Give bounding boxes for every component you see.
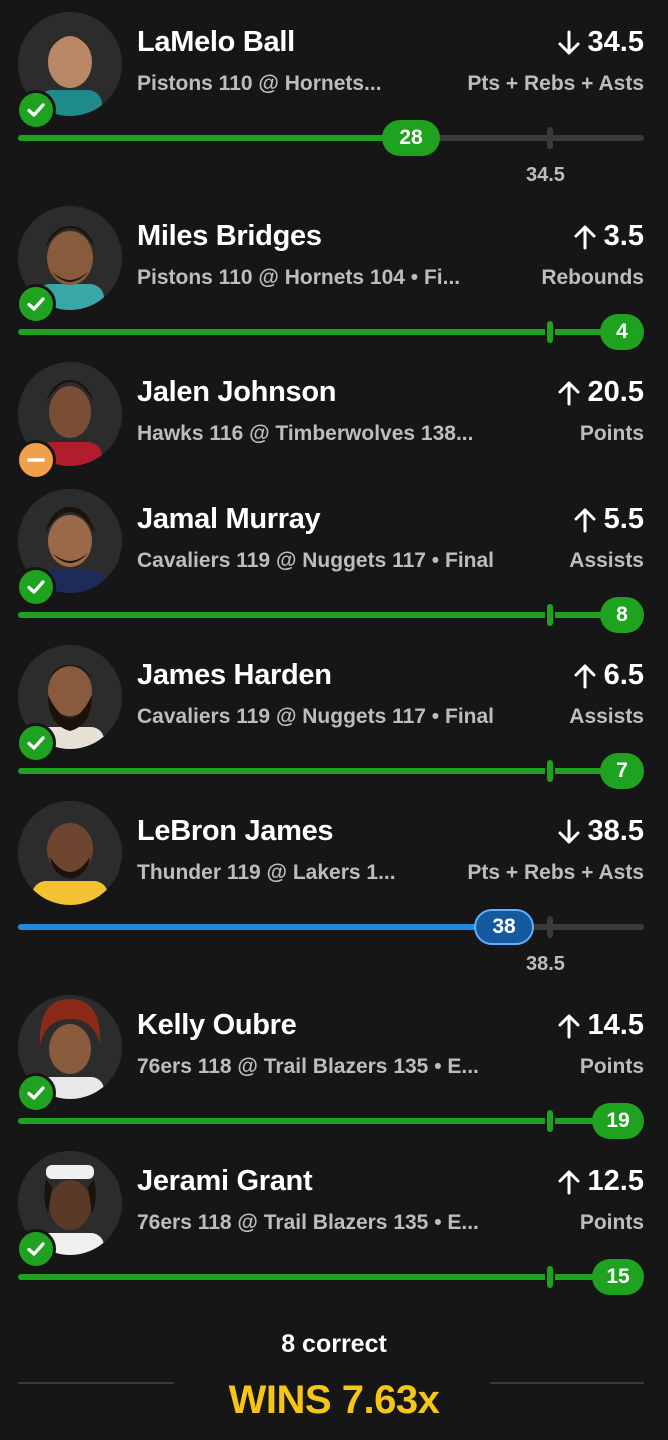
player-name: LaMelo Ball [137, 26, 295, 58]
pick-line: 5.5 [572, 503, 644, 536]
line-marker-label: 38.5 [526, 953, 565, 975]
player-name: Jamal Murray [137, 503, 321, 535]
minus-icon [16, 440, 56, 480]
progress-fill [18, 924, 508, 930]
check-icon [16, 567, 56, 607]
player-name: LeBron James [137, 815, 334, 847]
line-marker [547, 1266, 553, 1288]
stat-type: Pts + Rebs + Asts [467, 72, 644, 95]
actual-value-pill: 7 [600, 753, 644, 789]
line-value: 14.5 [587, 1009, 644, 1041]
player-name: Kelly Oubre [137, 1009, 297, 1041]
actual-value-pill: 8 [600, 597, 644, 633]
actual-value-pill: 38 [474, 909, 534, 945]
progress-fill [18, 135, 410, 141]
arrow-up-icon [574, 225, 596, 249]
arrow-up-icon [574, 508, 596, 532]
line-value: 3.5 [603, 220, 644, 252]
stat-type: Points [579, 1055, 644, 1078]
line-value: 6.5 [603, 659, 644, 691]
line-marker [547, 760, 553, 782]
arrow-up-icon [558, 1014, 580, 1038]
actual-value-pill: 28 [382, 120, 440, 156]
player-avatar [18, 801, 122, 905]
stat-type: Rebounds [541, 266, 644, 289]
line-value: 34.5 [587, 26, 644, 58]
line-value: 5.5 [603, 503, 644, 535]
actual-value-pill: 4 [600, 314, 644, 350]
game-score: Cavaliers 119 @ Nuggets 117 • Final [137, 549, 494, 572]
payout-multiplier: WINS 7.63x [228, 1378, 440, 1422]
check-icon [16, 1073, 56, 1113]
pick-line: 3.5 [572, 220, 644, 253]
line-marker [547, 127, 553, 149]
player-name: Jerami Grant [137, 1165, 313, 1197]
stat-type: Assists [569, 549, 644, 572]
pick-line: 14.5 [556, 1009, 644, 1042]
check-icon [16, 1229, 56, 1269]
stat-type: Points [579, 422, 644, 445]
arrow-down-icon [558, 30, 580, 54]
player-name: Miles Bridges [137, 220, 322, 252]
game-score: Cavaliers 119 @ Nuggets 117 • Final [137, 705, 494, 728]
check-icon [16, 723, 56, 763]
stat-type: Points [579, 1211, 644, 1234]
stat-type: Pts + Rebs + Asts [467, 861, 644, 884]
player-name: Jalen Johnson [137, 376, 337, 408]
arrow-up-icon [558, 381, 580, 405]
arrow-up-icon [558, 1170, 580, 1194]
pick-line: 20.5 [556, 376, 644, 409]
game-score: Pistons 110 @ Hornets 104 • Fi... [137, 266, 461, 289]
game-score: Hawks 116 @ Timberwolves 138... [137, 422, 474, 445]
actual-value-pill: 15 [592, 1259, 644, 1295]
pick-line: 38.5 [556, 815, 644, 848]
check-icon [16, 90, 56, 130]
stat-type: Assists [569, 705, 644, 728]
line-value: 12.5 [587, 1165, 644, 1197]
line-value: 38.5 [587, 815, 644, 847]
line-marker [547, 1110, 553, 1132]
check-icon [16, 284, 56, 324]
correct-count: 8 correct [281, 1330, 387, 1358]
line-marker [547, 604, 553, 626]
player-name: James Harden [137, 659, 332, 691]
line-marker-label: 34.5 [526, 164, 565, 186]
line-marker [547, 321, 553, 343]
pick-line: 34.5 [556, 26, 644, 59]
line-value: 20.5 [587, 376, 644, 408]
game-score: 76ers 118 @ Trail Blazers 135 • E... [137, 1055, 479, 1078]
game-score: 76ers 118 @ Trail Blazers 135 • E... [137, 1211, 479, 1234]
arrow-up-icon [574, 664, 596, 688]
actual-value-pill: 19 [592, 1103, 644, 1139]
pick-line: 12.5 [556, 1165, 644, 1198]
pick-line: 6.5 [572, 659, 644, 692]
game-score: Pistons 110 @ Hornets... [137, 72, 382, 95]
arrow-down-icon [558, 819, 580, 843]
game-score: Thunder 119 @ Lakers 1... [137, 861, 396, 884]
line-marker [547, 916, 553, 938]
